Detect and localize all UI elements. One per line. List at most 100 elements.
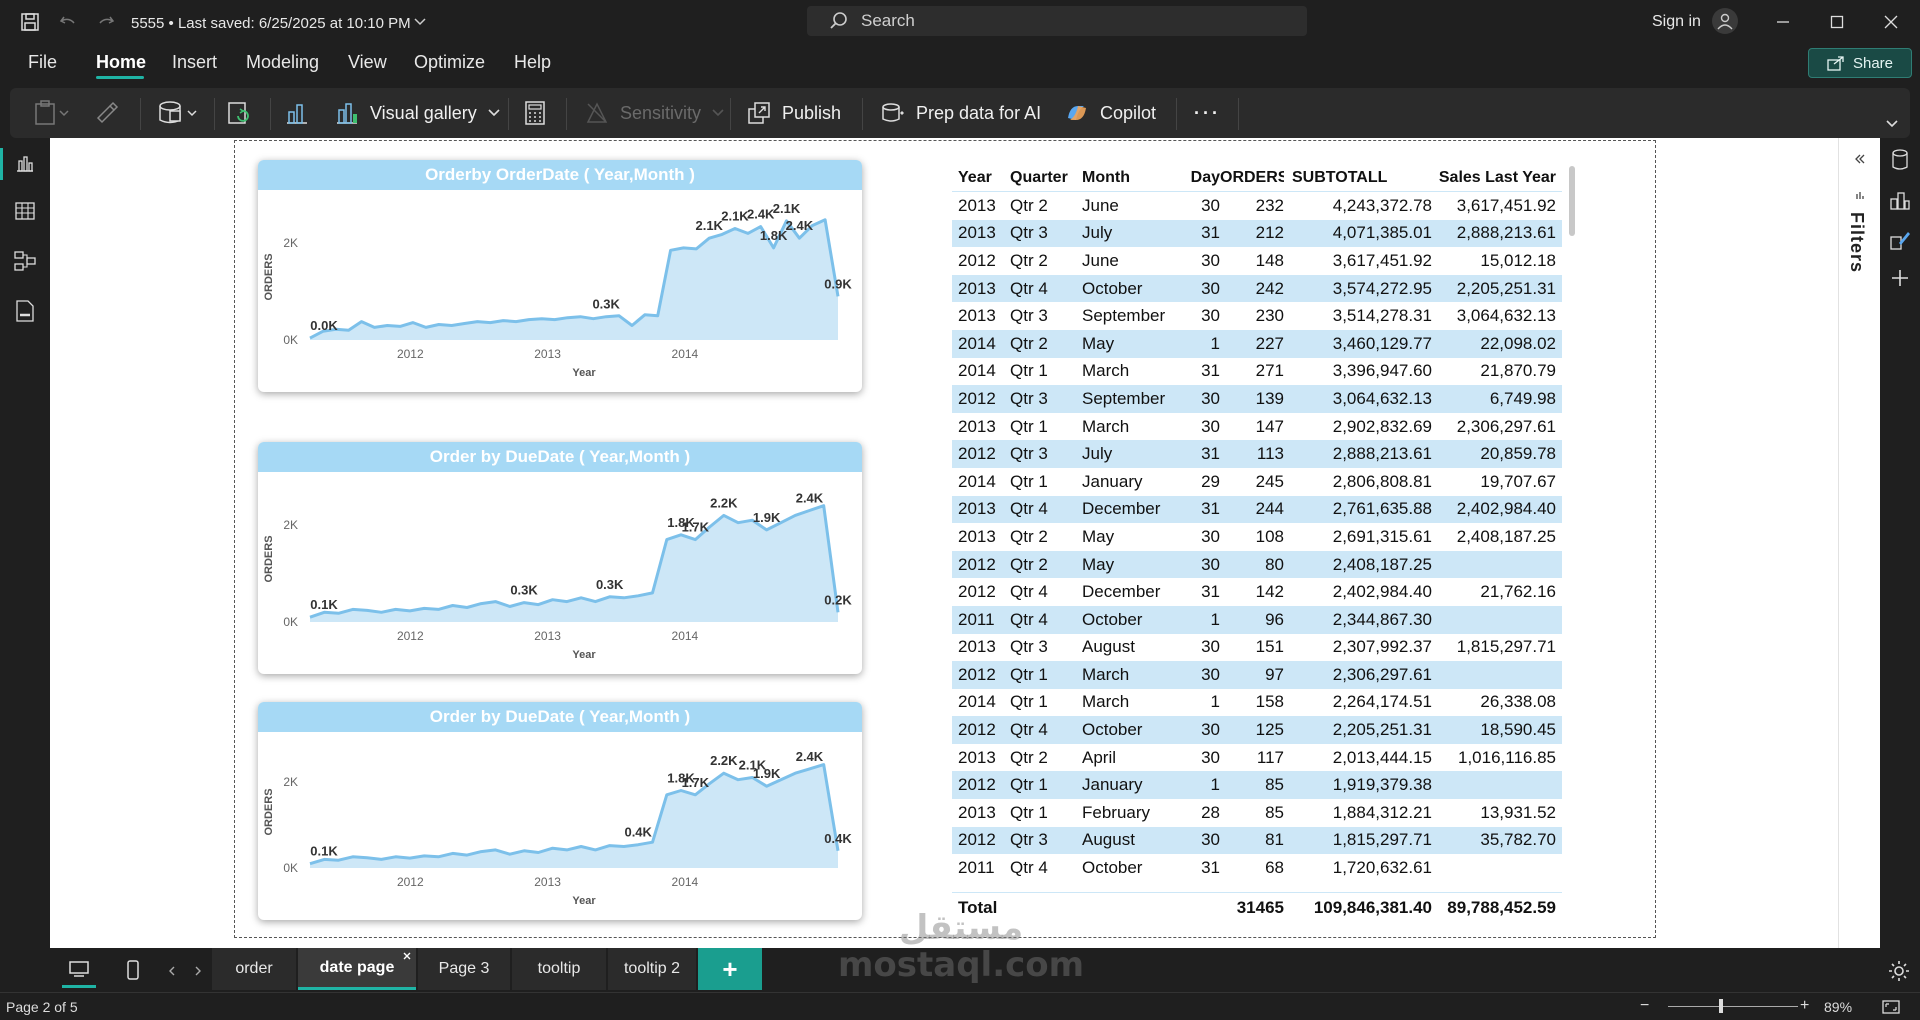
table-row[interactable]: 2014 Qtr 1 March 1 158 2,264,174.51 26,338.08 (952, 689, 1562, 717)
table-row[interactable]: 2014 Qtr 1 January 29 245 2,806,808.81 19,707.… (952, 468, 1562, 496)
zoom-in-button[interactable]: + (1800, 997, 1809, 1015)
expand-filters-icon[interactable] (1851, 150, 1869, 168)
table-row[interactable]: 2013 Qtr 2 April 30 117 2,013,444.15 1,016,116… (952, 744, 1562, 772)
format-pane-icon[interactable] (1888, 228, 1912, 252)
filter-options-icon[interactable] (1853, 188, 1867, 202)
dax-query-view-icon[interactable] (12, 298, 38, 324)
table-row[interactable]: 2011 Qtr 4 October 31 68 1,720,632.61 (952, 854, 1562, 882)
minimize-icon[interactable] (1768, 10, 1798, 34)
column-header-orders[interactable]: ORDERS (1220, 169, 1284, 187)
orders-by-duedate-chart[interactable]: Order by DueDate ( Year,Month ) ORDERS 0K… (258, 442, 862, 674)
undo-icon[interactable] (56, 10, 80, 34)
table-row[interactable]: 2012 Qtr 3 July 31 113 2,888,213.61 20,859.78 (952, 440, 1562, 468)
get-data-button[interactable] (156, 88, 204, 138)
refresh-button[interactable] (226, 88, 252, 138)
orders-table[interactable]: Year Quarter Month Day ORDERS SUBTOTALL … (952, 164, 1562, 882)
table-row[interactable]: 2012 Qtr 4 December 31 142 2,402,984.40 21,762… (952, 578, 1562, 606)
menu-view[interactable]: View (348, 52, 387, 73)
column-header-month[interactable]: Month (1082, 169, 1180, 187)
save-icon[interactable] (18, 10, 42, 34)
table-row[interactable]: 2013 Qtr 4 October 30 242 3,574,272.95 2,205,2… (952, 274, 1562, 303)
copilot-button[interactable]: Copilot (1064, 88, 1156, 138)
visualizations-pane-icon[interactable] (1888, 188, 1912, 212)
zoom-slider-thumb[interactable] (1719, 999, 1723, 1013)
orders-by-orderdate-chart[interactable]: Orderby OrderDate ( Year,Month ) ORDERS 0… (258, 160, 862, 392)
tab-date-page[interactable]: date page (298, 948, 416, 990)
data-pane-icon[interactable] (1888, 148, 1912, 172)
menu-file[interactable]: File (28, 52, 57, 73)
table-row[interactable]: 2013 Qtr 2 May 30 108 2,691,315.61 2,408,187.2… (952, 523, 1562, 551)
column-header-day[interactable]: Day (1180, 169, 1220, 187)
menu-help[interactable]: Help (514, 52, 551, 73)
more-options-icon[interactable]: ··· (1194, 88, 1221, 138)
add-page-button[interactable]: + (698, 948, 762, 990)
table-row[interactable]: 2013 Qtr 3 September 30 230 3,514,278.31 3,064… (952, 302, 1562, 330)
tab-tooltip[interactable]: tooltip (512, 948, 606, 990)
column-header-sales-last-year[interactable]: Sales Last Year (1432, 169, 1556, 187)
prep-data-ai-button[interactable]: Prep data for AI (880, 88, 1041, 138)
sign-in-link[interactable]: Sign in (1652, 13, 1701, 31)
zoom-slider[interactable] (1668, 1006, 1798, 1007)
settings-gear-icon[interactable] (1884, 956, 1914, 986)
maximize-icon[interactable] (1822, 10, 1852, 34)
filters-label[interactable]: Filters (1846, 212, 1867, 273)
sensitivity-button[interactable]: Sensitivity (584, 88, 725, 138)
table-cell: 20,859.78 (1480, 444, 1556, 464)
desktop-layout-icon[interactable] (62, 952, 96, 988)
table-row[interactable]: 2014 Qtr 1 March 31 271 3,396,947.60 21,870.79 (952, 358, 1562, 386)
tab-tooltip-2[interactable]: tooltip 2 (608, 948, 696, 990)
menu-home[interactable]: Home (96, 52, 146, 73)
model-view-icon[interactable] (12, 248, 38, 274)
column-header-year[interactable]: Year (952, 169, 1010, 187)
menu-modeling[interactable]: Modeling (246, 52, 319, 73)
table-row[interactable]: 2013 Qtr 4 December 31 244 2,761,635.88 2,402,… (952, 495, 1562, 524)
menu-insert[interactable]: Insert (172, 52, 217, 73)
calculator-button[interactable] (524, 88, 546, 138)
publish-button[interactable]: Publish (746, 88, 841, 138)
table-view-icon[interactable] (12, 198, 38, 224)
table-row[interactable]: 2013 Qtr 3 July 31 212 4,071,385.01 2,888,213.… (952, 219, 1562, 248)
table-scrollbar[interactable] (1569, 166, 1575, 236)
next-page-icon[interactable] (190, 958, 206, 984)
report-view-icon[interactable] (12, 150, 38, 176)
new-visual-button[interactable] (284, 88, 310, 138)
share-button[interactable]: Share (1808, 48, 1912, 78)
table-row[interactable]: 2013 Qtr 1 February 28 85 1,884,312.21 13,931.… (952, 799, 1562, 827)
column-header-quarter[interactable]: Quarter (1010, 169, 1082, 187)
fit-to-page-icon[interactable] (1880, 997, 1902, 1017)
table-row[interactable]: 2012 Qtr 2 May 30 80 2,408,187.25 (952, 550, 1562, 579)
menu-optimize[interactable]: Optimize (414, 52, 485, 73)
table-row[interactable]: 2011 Qtr 4 October 1 96 2,344,867.30 (952, 605, 1562, 634)
table-row[interactable]: 2012 Qtr 2 June 30 148 3,617,451.92 15,012.18 (952, 247, 1562, 275)
format-painter-button[interactable] (94, 88, 120, 138)
collapse-ribbon-icon[interactable] (1882, 114, 1902, 134)
table-row[interactable]: 2013 Qtr 1 March 30 147 2,902,832.69 2,306,297… (952, 413, 1562, 441)
table-row[interactable]: 2014 Qtr 2 May 1 227 3,460,129.77 22,098.02 (952, 329, 1562, 358)
redo-icon[interactable] (94, 10, 118, 34)
close-tab-icon[interactable] (400, 948, 414, 964)
data-label: 0.4K (624, 825, 652, 840)
chevron-down-icon[interactable] (412, 14, 428, 30)
orders-by-duedate-chart-2[interactable]: Order by DueDate ( Year,Month ) ORDERS 0K… (258, 702, 862, 920)
table-row[interactable]: 2012 Qtr 1 January 1 85 1,919,379.38 (952, 771, 1562, 800)
visual-gallery-icon (337, 103, 357, 124)
column-header-subtotal[interactable]: SUBTOTALL (1284, 169, 1432, 187)
tab-page-3[interactable]: Page 3 (418, 948, 510, 990)
visual-gallery-button[interactable]: Visual gallery (334, 88, 501, 138)
table-row[interactable]: 2013 Qtr 3 August 30 151 2,307,992.37 1,815,29… (952, 634, 1562, 662)
table-row[interactable]: 2012 Qtr 4 October 30 125 2,205,251.31 18,590.… (952, 716, 1562, 744)
search-box[interactable]: Search (807, 6, 1307, 36)
avatar-icon[interactable] (1712, 8, 1738, 34)
table-row[interactable]: 2012 Qtr 3 September 30 139 3,064,632.13 6,749… (952, 385, 1562, 413)
table-row[interactable]: 2013 Qtr 2 June 30 232 4,243,372.78 3,617,451.… (952, 192, 1562, 220)
add-pane-icon[interactable] (1888, 266, 1912, 290)
zoom-out-button[interactable]: − (1640, 997, 1649, 1015)
paste-button[interactable] (32, 88, 72, 138)
search-placeholder: Search (861, 11, 915, 30)
mobile-layout-icon[interactable] (120, 952, 146, 988)
table-row[interactable]: 2012 Qtr 3 August 30 81 1,815,297.71 35,782.70 (952, 826, 1562, 855)
table-row[interactable]: 2012 Qtr 1 March 30 97 2,306,297.61 (952, 661, 1562, 689)
close-icon[interactable] (1876, 10, 1906, 34)
tab-order[interactable]: order (212, 948, 296, 990)
previous-page-icon[interactable] (164, 958, 180, 984)
